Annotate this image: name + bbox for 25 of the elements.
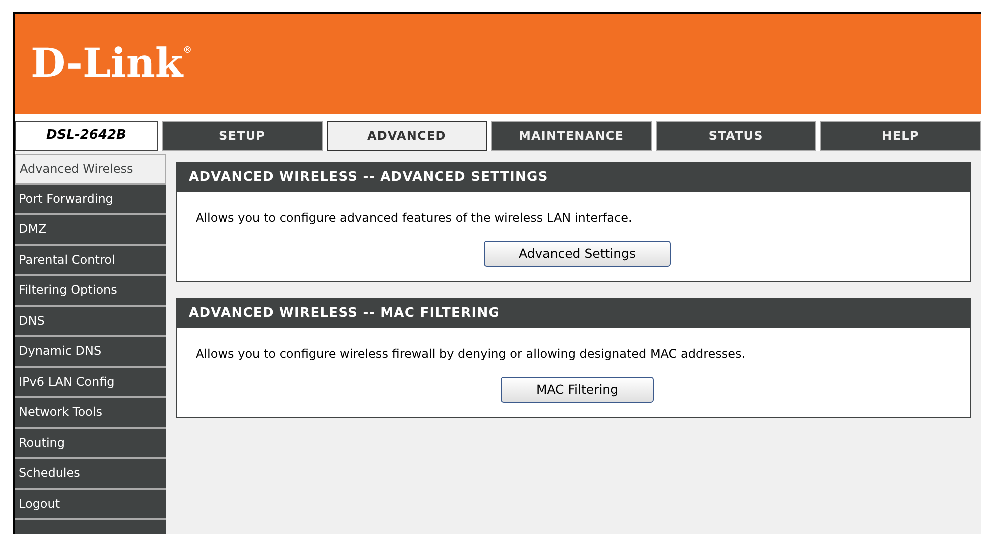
section-description: Allows you to configure advanced features of the wireless LAN interface. [195, 210, 634, 227]
nav-tab[interactable]: ADVANCED [326, 121, 488, 151]
sidebar-item[interactable]: Parental Control [15, 246, 166, 276]
section-title: ADVANCED WIRELESS -- MAC FILTERING [177, 299, 970, 328]
section-button[interactable]: MAC Filtering [501, 377, 654, 403]
sidebar-item[interactable]: DMZ [15, 215, 166, 246]
sidebar-item[interactable]: Port Forwarding [15, 184, 166, 215]
sidebar-item[interactable]: Advanced Wireless [15, 154, 166, 184]
section-button[interactable]: Advanced Settings [484, 241, 671, 267]
logo: D-Link® [31, 39, 192, 89]
nav-tab[interactable]: STATUS [656, 121, 816, 151]
model-label: DSL-2642B [15, 121, 158, 151]
sidebar-item[interactable]: DNS [15, 306, 166, 337]
sidebar-item[interactable]: Logout [15, 490, 166, 520]
nav-tab[interactable]: HELP [820, 121, 981, 151]
nav-tab[interactable]: MAINTENANCE [491, 121, 652, 151]
sidebar-item[interactable]: Network Tools [15, 398, 166, 428]
sidebar-item[interactable]: IPv6 LAN Config [15, 368, 166, 398]
section-title: ADVANCED WIRELESS -- ADVANCED SETTINGS [177, 163, 970, 192]
sidebar-item[interactable]: Filtering Options [15, 276, 166, 306]
sidebar-item[interactable]: Dynamic DNS [15, 337, 166, 368]
sidebar-item[interactable]: Schedules [15, 459, 166, 490]
section-description: Allows you to configure wireless firewall by denying or allowing designated MAC addresses. [195, 346, 747, 363]
nav-tab[interactable]: SETUP [162, 121, 323, 151]
sidebar-item[interactable]: Routing [15, 428, 166, 459]
